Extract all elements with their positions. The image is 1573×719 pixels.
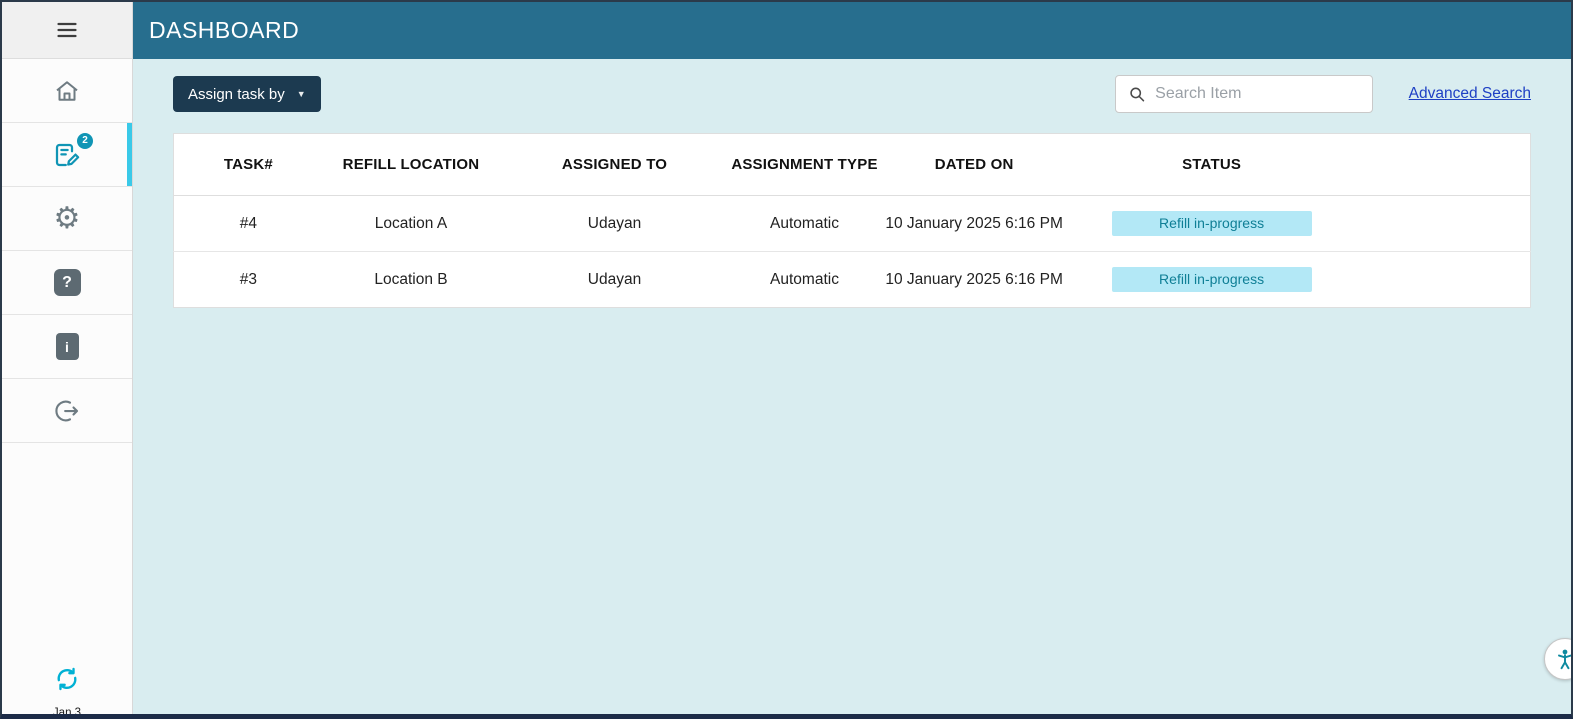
column-header-assigned-to: ASSIGNED TO <box>499 134 730 196</box>
column-header-refill-location: REFILL LOCATION <box>323 134 499 196</box>
footer-date: Jan 3 <box>53 707 81 719</box>
sidebar-item-logout[interactable] <box>2 379 132 443</box>
table-header-row: TASK# REFILL LOCATION ASSIGNED TO ASSIGN… <box>174 134 1531 196</box>
dated-on-cell: 10 January 2025 6:16 PM <box>879 196 1069 252</box>
sidebar-item-tasks[interactable]: 2 <box>2 123 132 187</box>
search-icon <box>1128 84 1147 105</box>
accessibility-icon <box>1552 646 1573 672</box>
info-icon: i <box>56 333 79 360</box>
sidebar: 2 ⚙ ? i <box>2 2 133 714</box>
app-window: 2 ⚙ ? i <box>0 0 1573 719</box>
page-title: DASHBOARD <box>149 17 299 44</box>
sidebar-item-home[interactable] <box>2 59 132 123</box>
refill-location-cell: Location B <box>323 252 499 308</box>
chevron-down-icon: ▼ <box>297 89 306 99</box>
main-area: DASHBOARD Assign task by ▼ Advanc <box>133 2 1571 714</box>
refresh-button[interactable] <box>53 665 81 693</box>
column-header-dated-on: DATED ON <box>879 134 1069 196</box>
tasks-count-badge: 2 <box>77 133 93 149</box>
assignment-type-cell: Automatic <box>730 196 879 252</box>
task-no-cell: #3 <box>174 252 323 308</box>
gear-icon: ⚙ <box>54 204 81 234</box>
assigned-to-cell: Udayan <box>499 252 730 308</box>
spacer-cell <box>1354 252 1530 308</box>
refill-location-cell: Location A <box>323 196 499 252</box>
assign-task-by-label: Assign task by <box>188 86 285 103</box>
dated-on-cell: 10 January 2025 6:16 PM <box>879 252 1069 308</box>
help-icon: ? <box>54 269 81 296</box>
toolbar-right: Advanced Search <box>1115 75 1531 113</box>
table-row: #4 Location A Udayan Automatic 10 Januar… <box>174 196 1531 252</box>
toolbar: Assign task by ▼ Advanced Search <box>173 75 1531 113</box>
sidebar-nav: 2 ⚙ ? i <box>2 59 132 443</box>
status-cell: Refill in-progress <box>1069 252 1354 308</box>
status-badge: Refill in-progress <box>1112 211 1312 236</box>
search-input[interactable] <box>1155 85 1359 103</box>
column-header-task: TASK# <box>174 134 323 196</box>
logout-icon <box>52 396 82 426</box>
status-cell: Refill in-progress <box>1069 196 1354 252</box>
hamburger-icon <box>53 18 81 42</box>
column-header-status: STATUS <box>1069 134 1354 196</box>
assigned-to-cell: Udayan <box>499 196 730 252</box>
spacer-cell <box>1354 196 1530 252</box>
home-icon <box>52 76 82 106</box>
assign-task-by-button[interactable]: Assign task by ▼ <box>173 76 321 112</box>
task-no-cell: #4 <box>174 196 323 252</box>
tasks-table: TASK# REFILL LOCATION ASSIGNED TO ASSIGN… <box>173 133 1531 308</box>
column-header-spacer <box>1354 134 1530 196</box>
sidebar-item-help[interactable]: ? <box>2 251 132 315</box>
search-box <box>1115 75 1373 113</box>
sidebar-item-info[interactable]: i <box>2 315 132 379</box>
column-header-assignment-type: ASSIGNMENT TYPE <box>730 134 879 196</box>
sidebar-item-settings[interactable]: ⚙ <box>2 187 132 251</box>
refresh-icon <box>53 665 81 693</box>
content-area: Assign task by ▼ Advanced Search <box>133 59 1571 714</box>
top-header: DASHBOARD <box>133 2 1571 59</box>
advanced-search-link[interactable]: Advanced Search <box>1409 85 1531 103</box>
assignment-type-cell: Automatic <box>730 252 879 308</box>
table-row: #3 Location B Udayan Automatic 10 Januar… <box>174 252 1531 308</box>
sidebar-footer: Jan 3 <box>2 665 132 714</box>
status-badge: Refill in-progress <box>1112 267 1312 292</box>
hamburger-menu-button[interactable] <box>2 2 132 59</box>
